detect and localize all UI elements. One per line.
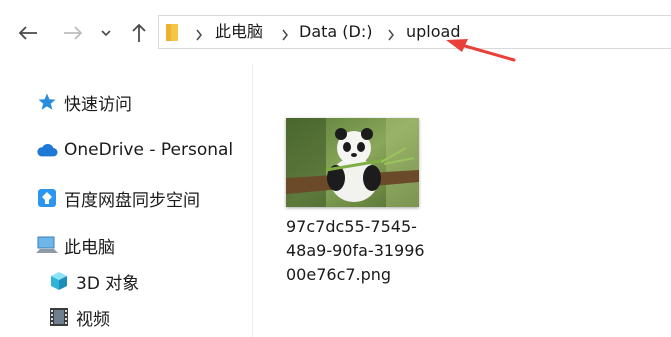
navigation-bar: 此电脑 Data (D:) upload (0, 0, 671, 64)
chevron-down-icon (101, 30, 111, 37)
sidebar-item-label: 百度网盘同步空间 (64, 190, 200, 211)
file-name: 97c7dc55-7545-48a9-90fa-3199600e76c7.png (286, 217, 425, 284)
chevron-right-icon (281, 26, 291, 41)
baidu-netdisk-icon (36, 187, 58, 209)
sidebar-item-quick-access[interactable]: 快速访问 (36, 89, 132, 115)
sidebar-item-this-pc[interactable]: 此电脑 (36, 232, 115, 258)
annotation-arrow-icon (446, 39, 516, 62)
star-icon (36, 91, 58, 113)
cube-3d-icon (48, 270, 70, 292)
chevron-right-icon (195, 26, 205, 41)
up-button[interactable] (126, 20, 152, 46)
sidebar-item-baidu-netdisk[interactable]: 百度网盘同步空间 (36, 185, 200, 211)
pane-divider[interactable] (252, 64, 253, 337)
sidebar-item-label: 快速访问 (64, 94, 132, 115)
forward-button[interactable] (60, 20, 86, 46)
sidebar-item-label: 视频 (76, 309, 110, 330)
sidebar-item-label: 3D 对象 (76, 273, 140, 294)
back-button[interactable] (15, 20, 41, 46)
chevron-right-icon (387, 26, 397, 41)
panda-thumbnail (286, 118, 419, 207)
sidebar-item-3d-objects[interactable]: 3D 对象 (48, 268, 139, 294)
recent-locations-button[interactable] (96, 20, 116, 46)
sidebar-item-label: 此电脑 (64, 237, 115, 258)
arrow-right-icon (64, 26, 83, 40)
address-bar[interactable]: 此电脑 Data (D:) upload (158, 15, 671, 49)
folder-icon (165, 22, 179, 46)
computer-icon (36, 234, 58, 256)
sidebar-item-label: OneDrive - Personal (64, 140, 234, 160)
sidebar-item-videos[interactable]: 视频 (48, 304, 110, 330)
sidebar-item-onedrive[interactable]: OneDrive - Personal (36, 137, 233, 163)
breadcrumb-this-pc[interactable]: 此电脑 (215, 22, 263, 42)
arrow-left-icon (18, 26, 37, 40)
arrow-up-icon (132, 23, 146, 42)
breadcrumb-data-drive[interactable]: Data (D:) (299, 22, 372, 42)
cloud-icon (36, 139, 58, 161)
navigation-pane: 快速访问 OneDrive - Personal 百度网盘同步空间 此电脑 3D… (0, 64, 252, 337)
film-icon (48, 306, 70, 328)
file-item[interactable]: 97c7dc55-7545-48a9-90fa-3199600e76c7.png (286, 118, 436, 287)
